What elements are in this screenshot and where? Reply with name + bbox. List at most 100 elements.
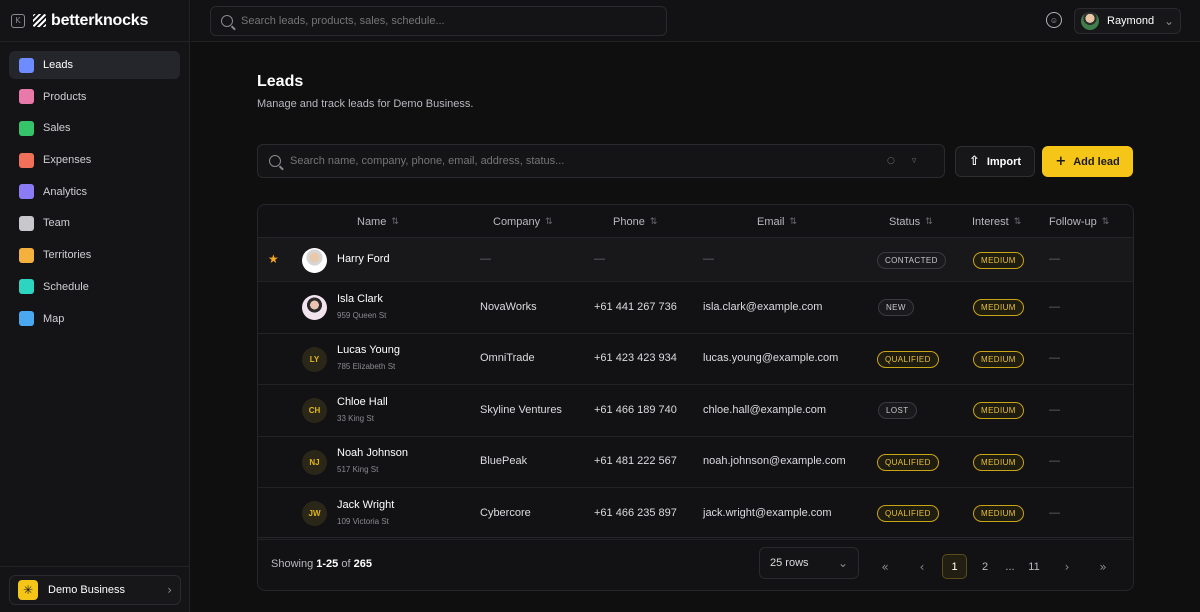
lead-name[interactable]: Isla Clark [337,293,386,305]
lead-address: 959 Queen St [337,310,387,320]
sidebar-item-team[interactable]: Team [9,209,180,237]
table-footer: Showing 1-25 of 265 25 rows ⌄ « ‹ 1 2... 11 ›… [258,537,1133,590]
lead-search-input[interactable] [290,155,870,167]
lead-address: 517 King St [337,465,379,475]
import-button[interactable]: ⇧ Import [955,146,1035,177]
logo[interactable]: betterknocks [33,12,148,30]
lead-name-cell: Chloe Hall 33 King St [337,396,388,423]
rows-per-page-select[interactable]: 25 rows ⌄ [759,547,859,579]
leads-table: Name ⇅ Company ⇅ Phone ⇅ Email ⇅ Status ⇅ Interest… [257,204,1134,591]
lead-phone: +61 423 423 934 [594,352,677,365]
lead-followup: — [1049,403,1060,416]
sidebar-footer: ✳ Demo Business › [0,566,190,612]
column-header-label: Email [757,215,785,228]
add-lead-label: Add lead [1073,155,1120,168]
lead-name-cell: Noah Johnson 517 King St [337,447,408,474]
calendar-icon [19,279,34,295]
star-icon[interactable]: ★ [268,252,279,266]
sidebar-item-schedule[interactable]: Schedule [9,273,180,301]
box-icon [19,89,34,105]
sidebar-item-label: Analytics [43,185,88,198]
status-badge: CONTACTED [877,251,946,269]
lead-followup: — [1049,352,1060,365]
sidebar-item-sales[interactable]: Sales [9,114,180,142]
global-search-input[interactable] [241,15,641,27]
lead-name[interactable]: Noah Johnson [337,447,408,459]
sidebar-item-products[interactable]: Products [9,83,180,111]
column-header-company[interactable]: Company ⇅ [493,205,553,238]
column-header-interest[interactable]: Interest ⇅ [972,205,1021,238]
clear-filter-icon[interactable]: ○ [887,156,895,166]
sidebar-item-expenses[interactable]: Expenses [9,146,180,174]
user-avatar [1081,12,1099,30]
add-lead-button[interactable]: + Add lead [1042,146,1133,177]
lead-company: NovaWorks [480,300,537,313]
feedback-emoji-icon[interactable]: ☺ [1046,12,1062,28]
sort-icon: ⇅ [1013,216,1022,227]
page-button-2[interactable]: 2 [975,554,995,579]
status-badge: LOST [878,402,917,420]
lead-name[interactable]: Jack Wright [337,499,394,511]
lead-email[interactable]: chloe.hall@example.com [703,404,826,416]
interest-badge: MEDIUM [973,402,1024,420]
lead-company: Skyline Ventures [480,403,562,416]
last-page-icon[interactable]: » [1093,554,1113,579]
table-row[interactable]: ★ Harry Ford — — — CONTACTED MEDIUM — [258,238,1133,282]
lead-email[interactable]: — [703,253,714,265]
showing-count: Showing 1-25 of 265 [271,558,372,570]
plus-icon: + [1055,154,1067,169]
sidebar-item-territories[interactable]: Territories [9,241,180,269]
global-search[interactable] [210,6,667,36]
lead-name[interactable]: Chloe Hall [337,396,388,408]
lead-name[interactable]: Harry Ford [337,253,390,265]
table-row[interactable]: CH Chloe Hall 33 King St Skyline Ventures +6… [258,385,1133,437]
user-menu-button[interactable]: Raymond ⌄ [1074,8,1181,34]
page-title: Leads [257,73,304,90]
column-header-name[interactable]: Name ⇅ [357,205,399,238]
column-header-email[interactable]: Email ⇅ [757,205,797,238]
collapse-sidebar-icon[interactable]: K [11,13,25,28]
lead-search[interactable]: ○ ▿ [257,144,945,178]
lead-email[interactable]: jack.wright@example.com [703,507,832,519]
lead-name[interactable]: Lucas Young [337,344,400,356]
first-page-icon[interactable]: « [875,554,895,579]
page-button-11[interactable]: 11 [1024,554,1044,579]
table-row[interactable]: Isla Clark 959 Queen St NovaWorks +61 441 2… [258,282,1133,334]
lead-phone: +61 481 222 567 [594,455,677,468]
next-page-icon[interactable]: › [1057,554,1077,579]
sidebar-item-leads[interactable]: Leads [9,51,180,79]
table-row[interactable]: NJ Noah Johnson 517 King St BluePeak +61 481… [258,437,1133,488]
filter-icon[interactable]: ▿ [912,156,917,166]
interest-badge: MEDIUM [973,299,1024,317]
team-icon [19,215,34,231]
interest-badge: MEDIUM [973,251,1024,269]
sort-icon: ⇅ [789,216,798,227]
sidebar-item-map[interactable]: Map [9,305,180,333]
user-name: Raymond [1107,15,1155,27]
column-header-label: Follow-up [1049,215,1097,228]
lead-email[interactable]: isla.clark@example.com [703,301,822,313]
lead-name-cell: Lucas Young 785 Elizabeth St [337,344,400,371]
table-row[interactable]: LY Lucas Young 785 Elizabeth St OmniTrade +6… [258,334,1133,385]
table-header: Name ⇅ Company ⇅ Phone ⇅ Email ⇅ Status ⇅ Interest… [258,205,1133,238]
page-button-1[interactable]: 1 [942,554,967,579]
lead-email[interactable]: lucas.young@example.com [703,352,838,364]
sidebar-item-analytics[interactable]: Analytics [9,178,180,206]
interest-badge: MEDIUM [973,350,1024,368]
column-header-status[interactable]: Status ⇅ [889,205,933,238]
lead-company: Cybercore [480,506,531,519]
sort-icon: ⇅ [925,216,933,227]
lead-email[interactable]: noah.johnson@example.com [703,455,846,467]
lead-phone: +61 466 189 740 [594,403,677,416]
table-row[interactable]: JW Jack Wright 109 Victoria St Cybercore +61… [258,488,1133,540]
status-badge: QUALIFIED [877,350,939,368]
lead-followup: — [1049,506,1060,519]
column-header-phone[interactable]: Phone ⇅ [613,205,657,238]
column-header-follow-up[interactable]: Follow-up ⇅ [1049,205,1109,238]
upload-icon: ⇧ [968,154,980,169]
business-logo-icon: ✳ [18,580,38,600]
interest-badge: MEDIUM [973,453,1024,471]
prev-page-icon[interactable]: ‹ [912,554,932,579]
rows-per-page-value: 25 rows [770,557,809,569]
business-switcher[interactable]: ✳ Demo Business › [9,575,181,605]
